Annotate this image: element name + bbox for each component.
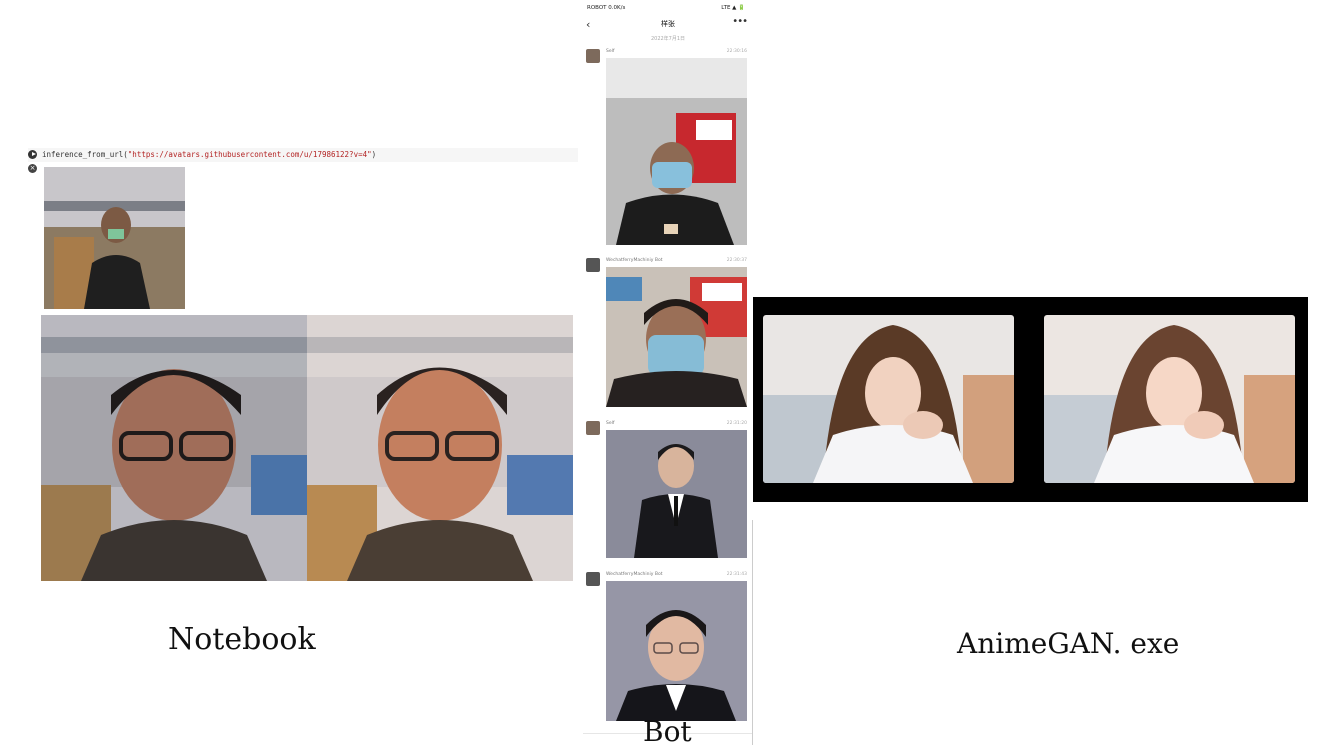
status-bar: ROBOT 0.0K/s LTE ▲ 🔋 [583,4,753,14]
avatar[interactable] [586,572,600,586]
original-photo [41,315,307,581]
exe-caption: AnimeGAN. exe [957,627,1180,660]
chat-image-message[interactable] [606,58,747,245]
status-left-text: ROBOT 0.0K/s [587,5,626,11]
chat-title: 样张 [661,20,675,28]
more-icon[interactable]: ••• [732,16,748,27]
phone-chat-screen: ROBOT 0.0K/s LTE ▲ 🔋 ‹ 样张 ••• 2022年7月1日 … [583,0,753,749]
sender-name: Self [606,421,615,426]
code-function: inference_from_url( [42,150,128,159]
message-time: 22:31:43 [726,572,747,577]
code-url-string: "https://avatars.githubusercontent.com/u… [127,150,372,159]
exe-output-panel [753,297,1308,502]
code-cell[interactable]: inference_from_url("https://avatars.gith… [28,148,578,162]
exe-output-image [1044,315,1295,483]
clear-output-icon[interactable]: × [28,164,37,173]
chat-header: ‹ 样张 ••• [583,16,753,34]
code-text[interactable]: inference_from_url("https://avatars.gith… [42,149,376,161]
sender-name: Self [606,49,615,54]
message-time: 22:30:37 [726,258,747,263]
avatar[interactable] [586,49,600,63]
status-right-text: LTE ▲ 🔋 [721,5,745,11]
notebook-caption: Notebook [168,622,316,657]
chat-image-message[interactable] [606,430,747,558]
exe-input-image [763,315,1014,483]
bot-caption: Bot [643,715,692,748]
divider [752,520,753,745]
code-close-paren: ) [371,150,377,159]
play-icon[interactable] [28,150,37,159]
message-time: 22:30:16 [726,49,747,54]
chat-date: 2022年7月1日 [650,36,686,42]
message-time: 22:31:20 [726,421,747,426]
output-thumbnail-image [44,167,185,309]
sender-name: WechatferryMachiniy Bot [606,572,663,577]
chat-image-message[interactable] [606,581,747,721]
anime-result-photo [307,315,573,581]
avatar[interactable] [586,421,600,435]
sender-name: WechatferryMachiniy Bot [606,258,663,263]
chat-image-message[interactable] [606,267,747,407]
avatar[interactable] [586,258,600,272]
